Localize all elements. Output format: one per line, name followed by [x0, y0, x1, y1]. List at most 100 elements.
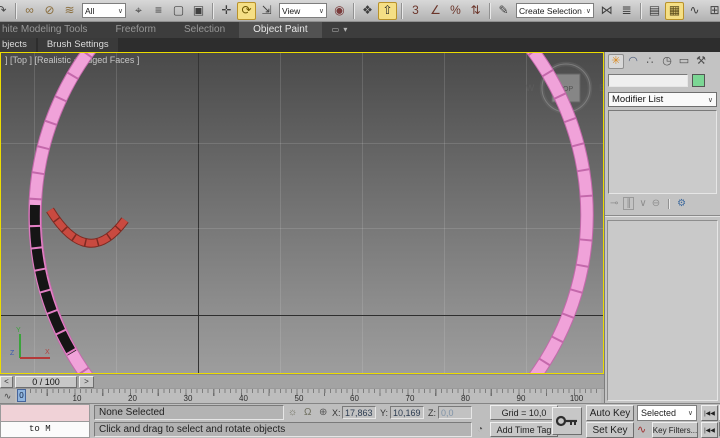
ribbon-tab-freeform[interactable]: Freeform	[101, 22, 170, 38]
make-unique-icon[interactable]: ∨	[639, 198, 646, 209]
main-toolbar: ↷∞⊘≋All∨⌖≡▢▣✛⟳⇲View∨◉❖⇧3∠%⇅✎Create Selec…	[0, 0, 720, 22]
tick-label-30: 30	[184, 394, 193, 403]
scene-explorer-icon[interactable]: ▦	[665, 2, 684, 20]
pin-stack-icon[interactable]: ⊸	[610, 198, 618, 209]
adaptive-degradation-icon[interactable]: ☼	[288, 407, 297, 418]
motion-tab[interactable]: ◷	[659, 54, 675, 69]
select-and-rotate-icon[interactable]: ⟳	[237, 2, 256, 20]
spline-circle[interactable]	[35, 53, 587, 373]
status-hint-line: Click and drag to select and rotate obje…	[94, 422, 472, 437]
show-end-result-icon[interactable]: ∥	[623, 197, 634, 210]
named-selection-sets-dropdown-value: Create Selection Se	[519, 6, 585, 16]
align-icon[interactable]: ≣	[617, 2, 636, 20]
track-bar[interactable]: ∿ 0102030405060708090100 0	[0, 388, 604, 403]
select-object-icon[interactable]: ⌖	[129, 2, 148, 20]
grid-line-horizontal	[1, 143, 603, 144]
previous-frame-button[interactable]: <	[0, 376, 13, 388]
bind-to-space-warp-icon[interactable]: ≋	[60, 2, 79, 20]
tick-label-50: 50	[295, 394, 304, 403]
ribbon-subtab-bjects[interactable]: bjects	[0, 38, 36, 52]
set-key-button[interactable]: Set Key	[586, 422, 634, 438]
create-tab[interactable]: ✳	[608, 54, 624, 69]
keyboard-shortcut-override-icon[interactable]: ⇧	[378, 2, 397, 20]
x-coordinate-field[interactable]: 17,863	[342, 406, 376, 419]
time-slider-row[interactable]: < 0 / 100 >	[0, 374, 604, 388]
modifier-list-dropdown[interactable]: Modifier List ∨	[608, 92, 717, 107]
viewport-label[interactable]: ] [Top ] [Realistic + Edged Faces ]	[5, 55, 139, 65]
selected-segments-arc[interactable]	[35, 205, 72, 353]
viewport-canvas: TOP W E	[1, 53, 603, 373]
key-mode-value: Selected	[641, 408, 687, 418]
status-bar: to M None Selected ☼ Ω ⊕ X: 17,863 Y: 10…	[0, 403, 720, 437]
named-selection-sets-dropdown[interactable]: Create Selection Se∨	[516, 3, 594, 18]
object-name-field[interactable]	[608, 74, 688, 87]
ribbon-menu-icon[interactable]: ▭ ▾	[332, 22, 349, 38]
display-tab[interactable]: ▭	[676, 54, 692, 69]
window-crossing-icon[interactable]: ▣	[189, 2, 208, 20]
z-coordinate-field[interactable]: 0,0	[438, 406, 472, 419]
remove-modifier-icon[interactable]: ⊖	[652, 198, 660, 209]
mirror-icon[interactable]: ⋈	[597, 2, 616, 20]
percent-snap-toggle-icon[interactable]: %	[446, 2, 465, 20]
hierarchy-tab[interactable]: ∴	[642, 54, 658, 69]
track-bar-ruler[interactable]: 0102030405060708090100	[15, 389, 601, 403]
maxscript-mini-listener-pink[interactable]	[0, 404, 90, 421]
angle-snap-toggle-icon[interactable]: ∠	[426, 2, 445, 20]
redo-icon[interactable]: ↷	[0, 2, 11, 20]
grid-origin-vertical	[198, 53, 199, 373]
set-keys-button[interactable]	[552, 407, 582, 435]
modify-tab[interactable]: ◠	[625, 54, 641, 69]
viewport-top[interactable]: ] [Top ] [Realistic + Edged Faces ] TOP …	[0, 52, 604, 374]
add-time-tag-button[interactable]: Add Time Tag	[490, 422, 558, 437]
auto-key-button[interactable]: Auto Key	[586, 405, 634, 421]
y-coordinate-field[interactable]: 10,169	[390, 406, 424, 419]
key-filters-button[interactable]: Key Filters...	[652, 422, 698, 438]
spinner-snap-toggle-icon[interactable]: ⇅	[466, 2, 485, 20]
maxscript-mini-listener-white[interactable]: to M	[0, 421, 90, 438]
viewcube-top-label: TOP	[559, 86, 574, 93]
rectangular-selection-region-icon[interactable]: ▢	[169, 2, 188, 20]
snap-toggle-3d-icon[interactable]: 3	[406, 2, 425, 20]
mini-curve-editor-icon[interactable]: ∿	[1, 390, 14, 402]
modifier-stack-list[interactable]	[608, 110, 717, 194]
configure-modifier-sets-icon[interactable]: ⚙	[677, 198, 686, 209]
time-slider-handle[interactable]: 0 / 100	[15, 376, 77, 388]
x-coordinate-label: X:	[332, 408, 341, 418]
unlink-selection-icon[interactable]: ⊘	[40, 2, 59, 20]
viewcube[interactable]: TOP W E	[526, 64, 603, 112]
absolute-offset-gizmo-icon[interactable]: ⊕	[319, 407, 327, 418]
default-tangent-icon[interactable]: ∿	[637, 423, 646, 436]
select-and-scale-icon[interactable]: ⇲	[257, 2, 276, 20]
go-to-start-button-2[interactable]: |◀◀	[701, 422, 718, 438]
ribbon-tab-object-paint[interactable]: Object Paint	[239, 22, 321, 38]
key-icon	[556, 415, 578, 427]
ribbon-tab-hite-modeling-tools[interactable]: hite Modeling Tools	[0, 22, 101, 38]
tick-label-80: 80	[461, 394, 470, 403]
z-coordinate-label: Z:	[428, 408, 436, 418]
prompt-line: None Selected	[94, 405, 284, 420]
select-by-name-icon[interactable]: ≡	[149, 2, 168, 20]
next-frame-button[interactable]: >	[79, 376, 94, 388]
schematic-view-icon[interactable]: ⊞	[705, 2, 720, 20]
ribbon-tab-selection[interactable]: Selection	[170, 22, 239, 38]
use-pivot-point-center-icon[interactable]: ◉	[330, 2, 349, 20]
edit-named-selection-sets-icon[interactable]: ✎	[494, 2, 513, 20]
ribbon-subtab-brush-settings[interactable]: Brush Settings	[38, 38, 118, 52]
utilities-tab[interactable]: ⚒	[693, 54, 709, 69]
select-and-move-icon[interactable]: ✛	[217, 2, 236, 20]
layer-manager-icon[interactable]: ▤	[645, 2, 664, 20]
grid-line-vertical	[34, 53, 35, 373]
selection-filter-dropdown[interactable]: All∨	[82, 3, 126, 18]
select-and-manipulate-icon[interactable]: ❖	[358, 2, 377, 20]
selection-lock-icon[interactable]: Ω	[304, 407, 311, 418]
reference-coordinate-system-dropdown[interactable]: View∨	[279, 3, 327, 18]
select-and-link-icon[interactable]: ∞	[20, 2, 39, 20]
key-mode-dropdown[interactable]: Selected ∨	[637, 405, 697, 421]
paint-stroke-arc[interactable]	[50, 210, 125, 243]
go-to-start-button[interactable]: |◀◀	[701, 405, 718, 421]
3ds-max-window: { "toolbar": { "items": [ {"t":"icon","n…	[0, 0, 720, 437]
toolbar-separator	[15, 3, 16, 19]
current-frame-marker[interactable]: 0	[17, 389, 26, 402]
curve-editor-icon[interactable]: ∿	[685, 2, 704, 20]
object-color-swatch[interactable]	[692, 74, 705, 87]
